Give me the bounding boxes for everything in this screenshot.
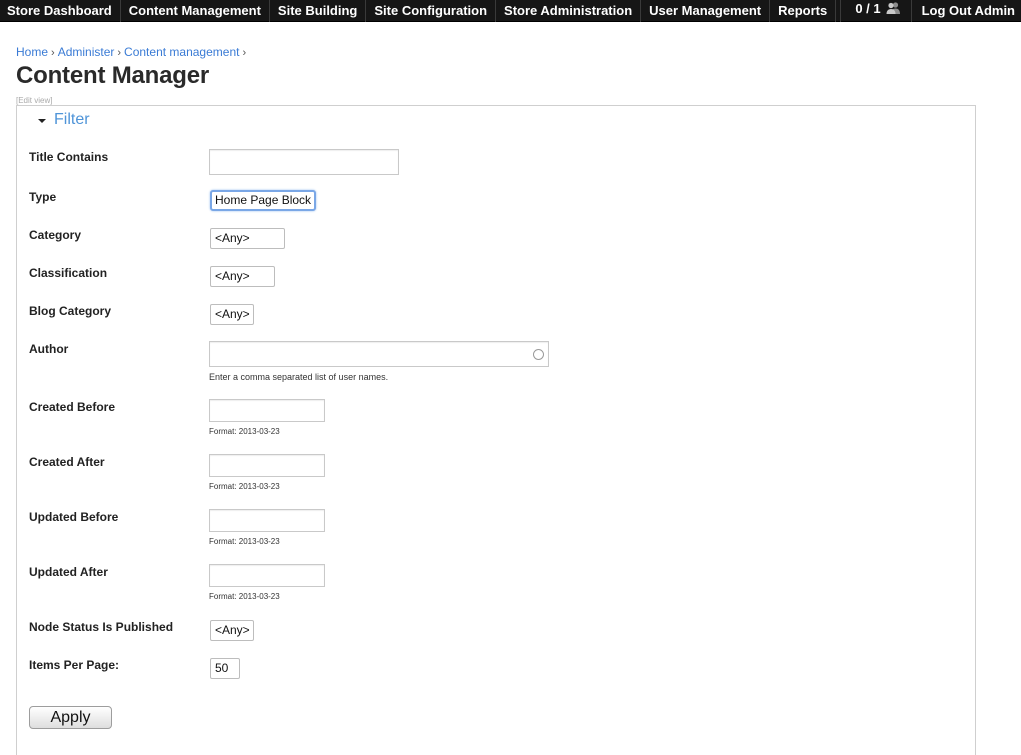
created-after-format: Format: 2013-03-23 xyxy=(209,482,280,491)
updated-before-label: Updated Before xyxy=(29,510,119,524)
category-label: Category xyxy=(29,228,82,242)
breadcrumb-home[interactable]: Home xyxy=(16,45,48,59)
blog-category-label: Blog Category xyxy=(29,304,112,318)
nav-user-management[interactable]: User Management xyxy=(641,0,771,22)
updated-after-label: Updated After xyxy=(29,565,108,579)
breadcrumb-administer[interactable]: Administer xyxy=(58,45,115,59)
category-select[interactable]: <Any> xyxy=(210,228,285,249)
online-users-count: 0 / 1 xyxy=(855,1,881,16)
breadcrumb-separator: › xyxy=(117,47,122,59)
filter-legend-label: Filter xyxy=(54,111,90,128)
classification-label: Classification xyxy=(29,266,108,280)
filter-fieldset: Filter xyxy=(16,105,976,755)
breadcrumb: Home › Administer › Content management › xyxy=(16,45,249,59)
nav-content-management[interactable]: Content Management xyxy=(121,0,270,22)
updated-before-input[interactable] xyxy=(209,509,325,532)
nav-store-administration[interactable]: Store Administration xyxy=(496,0,642,22)
breadcrumb-separator: › xyxy=(51,47,55,59)
nav-reports[interactable]: Reports xyxy=(770,0,837,22)
type-select[interactable]: Home Page Block xyxy=(210,190,317,211)
author-label: Author xyxy=(29,342,69,356)
created-before-label: Created Before xyxy=(29,400,116,414)
created-after-label: Created After xyxy=(29,455,105,469)
items-per-page-label: Items Per Page: xyxy=(29,658,120,672)
nav-site-configuration[interactable]: Site Configuration xyxy=(366,0,497,22)
triangle-down-icon xyxy=(38,119,46,123)
admin-nav: Store Dashboard Content Management Site … xyxy=(0,0,837,22)
logout-link[interactable]: Log Out Admin xyxy=(910,0,1021,22)
page-title: Content Manager xyxy=(16,62,210,89)
filter-legend-toggle[interactable]: Filter xyxy=(38,111,90,129)
breadcrumb-content-management[interactable]: Content management xyxy=(124,45,239,59)
classification-select[interactable]: <Any> xyxy=(210,266,275,287)
title-contains-label: Title Contains xyxy=(29,150,109,164)
autocomplete-throbber-icon xyxy=(533,349,544,360)
breadcrumb-separator: › xyxy=(242,47,247,59)
type-label: Type xyxy=(29,190,57,204)
node-status-label: Node Status Is Published xyxy=(29,620,174,634)
items-per-page-select[interactable]: 50 xyxy=(210,658,240,679)
created-before-format: Format: 2013-03-23 xyxy=(209,427,280,436)
title-contains-input[interactable] xyxy=(209,149,399,175)
updated-after-format: Format: 2013-03-23 xyxy=(209,592,280,601)
updated-after-input[interactable] xyxy=(209,564,325,587)
nav-site-building[interactable]: Site Building xyxy=(270,0,367,22)
online-users[interactable]: 0 / 1 xyxy=(840,0,910,22)
node-status-select[interactable]: <Any> xyxy=(210,620,254,641)
author-description: Enter a comma separated list of user nam… xyxy=(209,372,389,382)
apply-button[interactable]: Apply xyxy=(29,706,112,729)
admin-toolbar: Store Dashboard Content Management Site … xyxy=(0,0,1021,22)
edit-view-link[interactable]: [Edit view] xyxy=(16,96,52,105)
toolbar-right: 0 / 1 Log Out Admin xyxy=(840,0,1021,22)
created-before-input[interactable] xyxy=(209,399,325,422)
nav-store-dashboard[interactable]: Store Dashboard xyxy=(0,0,121,22)
author-input[interactable] xyxy=(209,341,549,367)
users-icon xyxy=(886,1,901,19)
created-after-input[interactable] xyxy=(209,454,325,477)
blog-category-select[interactable]: <Any> xyxy=(210,304,254,325)
updated-before-format: Format: 2013-03-23 xyxy=(209,537,280,546)
